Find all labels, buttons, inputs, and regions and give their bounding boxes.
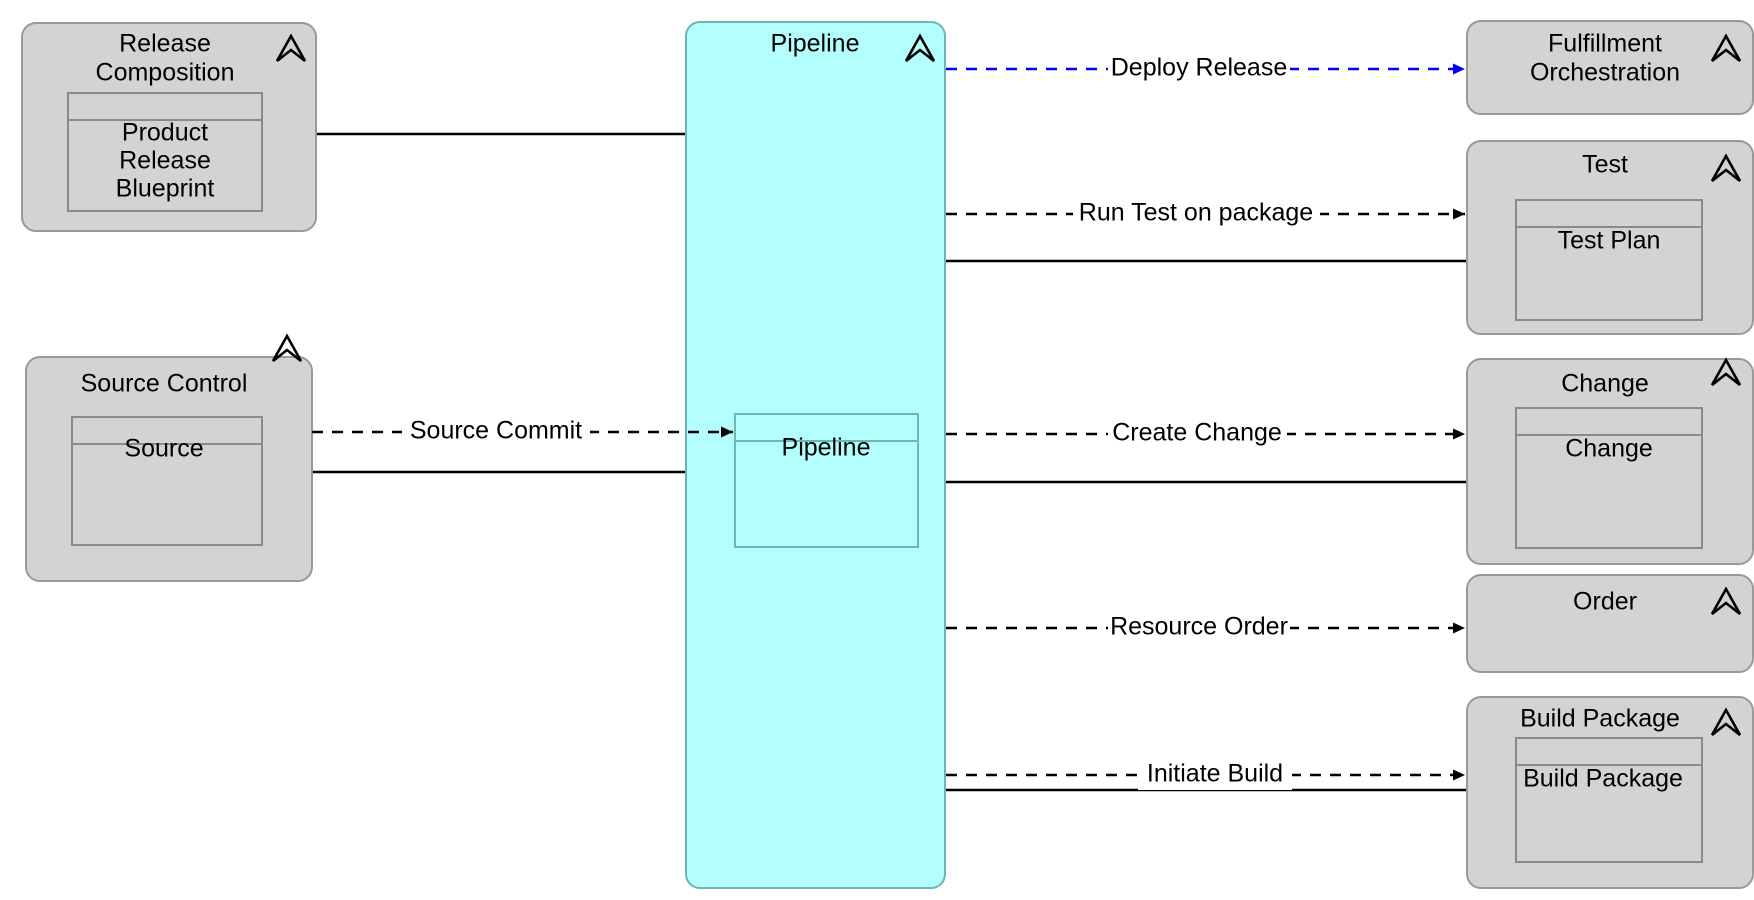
- connection-pipeline-to-build-package[interactable]: [883, 536, 1516, 792]
- child-body: [1515, 407, 1703, 549]
- connection-initiate-build[interactable]: Initiate Build: [946, 760, 1465, 790]
- node-order[interactable]: Order: [1466, 574, 1754, 673]
- child-title-line: Source: [124, 435, 203, 463]
- node-source-control[interactable]: Source Control Source: [25, 333, 313, 582]
- connection-deploy-release[interactable]: Deploy Release: [946, 54, 1465, 84]
- child-body: [1515, 199, 1703, 321]
- connection-create-change[interactable]: Create Change: [946, 419, 1465, 449]
- node-title-line: Composition: [96, 59, 235, 87]
- edge-label: Run Test on package: [1079, 199, 1313, 227]
- child-title-line: Test Plan: [1558, 227, 1661, 255]
- node-release-composition[interactable]: Release Composition Product Release Blue…: [21, 22, 317, 232]
- child-title-line: Product: [122, 119, 208, 147]
- child-change-element[interactable]: Change: [1515, 407, 1703, 549]
- child-title-line: Change: [1565, 435, 1653, 463]
- connection-resource-order[interactable]: Resource Order: [946, 613, 1465, 643]
- node-fulfillment-orchestration[interactable]: Fulfillment Orchestration: [1466, 20, 1754, 115]
- edge-path: [883, 536, 1516, 792]
- child-title-line: Build Package: [1523, 765, 1683, 793]
- edge-path: [883, 259, 1516, 430]
- edge-label: Deploy Release: [1111, 54, 1288, 82]
- node-title-line: Orchestration: [1530, 59, 1680, 87]
- node-change[interactable]: Change Change: [1466, 357, 1754, 565]
- node-title-line: Change: [1561, 370, 1649, 398]
- node-title-line: Order: [1573, 588, 1637, 616]
- node-title-line: Test: [1582, 151, 1628, 179]
- child-build-package-element[interactable]: Build Package: [1515, 737, 1703, 863]
- diagram-canvas: Release Composition Product Release Blue…: [0, 0, 1754, 900]
- connection-source-commit[interactable]: Source Commit: [312, 417, 733, 447]
- child-pipeline-element[interactable]: Pipeline: [734, 413, 919, 548]
- node-title-line: Source Control: [81, 370, 248, 398]
- child-body: [1515, 737, 1703, 863]
- child-title-line: Blueprint: [116, 175, 215, 203]
- node-title-line: Pipeline: [771, 30, 860, 58]
- node-pipeline-group[interactable]: Pipeline Pipeline: [685, 21, 946, 889]
- node-test[interactable]: Test Test Plan: [1466, 140, 1754, 335]
- node-title-line: Fulfillment: [1548, 30, 1662, 58]
- node-title-line: Release: [119, 30, 211, 58]
- connection-run-test-on-package[interactable]: Run Test on package: [946, 199, 1465, 229]
- child-title-line: Pipeline: [782, 434, 871, 462]
- child-product-release-blueprint[interactable]: Product Release Blueprint: [67, 92, 263, 212]
- child-test-plan[interactable]: Test Plan: [1515, 199, 1703, 321]
- node-title-line: Build Package: [1520, 705, 1680, 733]
- edge-label: Create Change: [1112, 419, 1282, 447]
- edge-label: Source Commit: [410, 417, 582, 445]
- edge-label: Resource Order: [1110, 613, 1288, 641]
- edge-label: Initiate Build: [1147, 760, 1283, 788]
- archimate-diagram: Release Composition Product Release Blue…: [21, 20, 1754, 889]
- child-title-line: Release: [119, 147, 211, 175]
- child-source[interactable]: Source: [71, 416, 263, 546]
- connection-pipeline-to-test-plan[interactable]: [883, 259, 1516, 430]
- node-build-package[interactable]: Build Package Build Package: [1466, 696, 1754, 889]
